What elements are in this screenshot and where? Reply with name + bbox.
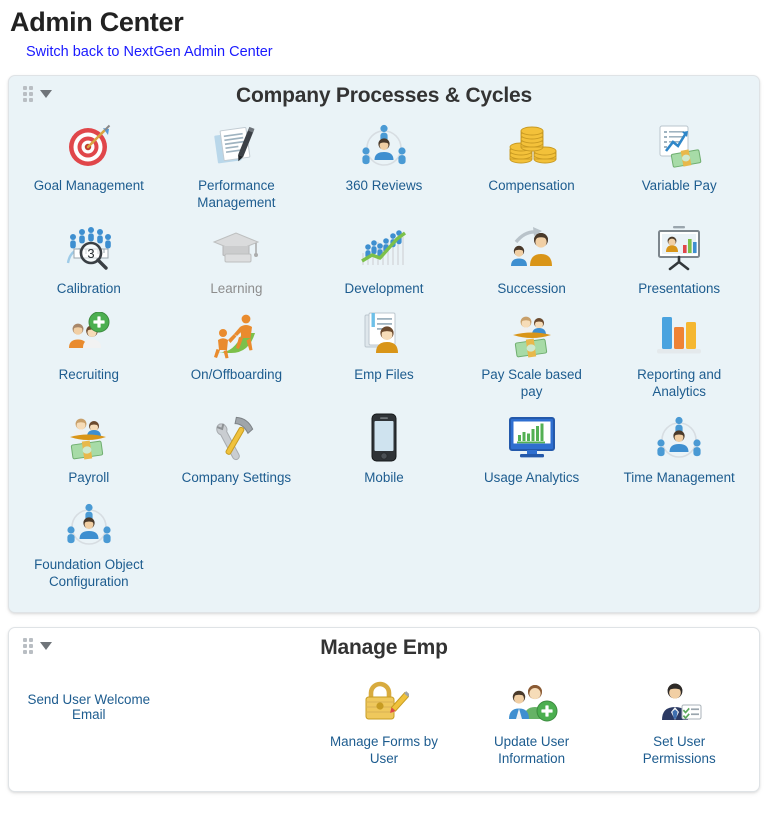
tile-manage-forms-by-user[interactable]: Manage Forms by User <box>310 672 458 775</box>
tile-label: Calibration <box>56 281 121 296</box>
coin-stacks-icon <box>504 120 560 172</box>
people-plus-icon <box>61 309 117 361</box>
tile-label: 360 Reviews <box>345 177 423 193</box>
panel-company-processes: Company Processes & Cycles Goal Manageme… <box>8 74 760 613</box>
tile-learning[interactable]: Learning <box>163 219 311 305</box>
tile-reporting-and-analytics[interactable]: Reporting and Analytics <box>605 305 753 408</box>
tile-set-user-permissions[interactable]: Set User Permissions <box>605 672 753 775</box>
tile-label: Time Management <box>623 470 735 486</box>
tile-label: Compensation <box>488 177 575 193</box>
tile-cell: Manage Forms by User <box>310 672 458 775</box>
tile-360-reviews[interactable]: 360 Reviews <box>310 116 458 219</box>
calibration-icon: 3 <box>61 223 117 275</box>
people-circle-icon <box>61 499 117 551</box>
document-pen-icon <box>208 120 264 172</box>
tile-label: Set User Permissions <box>642 733 716 767</box>
tile-label: Goal Management <box>33 177 144 193</box>
tile-label: Manage Forms by User <box>330 733 438 767</box>
tile-goal-management[interactable]: Goal Management <box>15 116 163 219</box>
smartphone-icon <box>356 412 412 464</box>
people-add-icon <box>504 676 560 728</box>
padlock-pencil-icon <box>356 676 412 728</box>
tile-cell: Update User Information <box>458 672 606 775</box>
person-checklist-icon <box>651 676 707 728</box>
panel-header: Company Processes & Cycles <box>9 76 759 116</box>
chart-money-icon <box>651 120 707 172</box>
tile-development[interactable]: Development <box>310 219 458 305</box>
projector-screen-icon <box>651 223 707 275</box>
bar-chart-icon <box>651 309 707 361</box>
tile-label: Payroll <box>68 470 110 486</box>
people-circle-icon <box>356 120 412 172</box>
tile-presentations[interactable]: Presentations <box>605 219 753 305</box>
tile-label: Reporting and Analytics <box>637 367 722 400</box>
manage-emp-row: Send User Welcome Email Manage Forms by … <box>9 668 759 791</box>
tile-label: Mobile <box>364 470 404 486</box>
graduation-cap-icon <box>208 223 264 275</box>
panel-manage-emp: Manage Emp Send User Welcome Email Manag… <box>8 626 760 793</box>
switch-to-nextgen-link[interactable]: Switch back to NextGen Admin Center <box>26 44 273 60</box>
tile-variable-pay[interactable]: Variable Pay <box>605 116 753 219</box>
tile-label: Variable Pay <box>641 177 717 193</box>
tile-label: Presentations <box>638 281 721 296</box>
tile-foundation-object-configuration[interactable]: Foundation Object Configuration <box>15 495 163 598</box>
tile-label: Development <box>344 281 424 296</box>
tile-label: Emp Files <box>354 367 414 383</box>
admin-center-page: Admin Center Switch back to NextGen Admi… <box>0 0 768 793</box>
panel-title: Manage Emp <box>320 635 448 659</box>
tile-calibration[interactable]: 3 Calibration <box>15 219 163 305</box>
tile-on-offboarding[interactable]: On/Offboarding <box>163 305 311 408</box>
employee-file-icon <box>356 309 412 361</box>
growth-people-icon <box>356 223 412 275</box>
tile-label: On/Offboarding <box>190 367 283 383</box>
succession-arrow-icon <box>504 223 560 275</box>
tile-cell: Set User Permissions <box>605 672 753 775</box>
tile-update-user-information[interactable]: Update User Information <box>458 672 606 775</box>
tile-time-management[interactable]: Time Management <box>605 408 753 494</box>
tile-label: Company Settings <box>181 470 292 486</box>
onboarding-slope-icon <box>208 309 264 361</box>
target-icon <box>61 120 117 172</box>
tile-compensation[interactable]: Compensation <box>458 116 606 219</box>
tile-grid: Goal Management Performance Management 3… <box>9 116 759 612</box>
people-circle-icon <box>651 412 707 464</box>
tile-label: Foundation Object Configuration <box>34 556 144 589</box>
tile-company-settings[interactable]: Company Settings <box>163 408 311 494</box>
tile-label: Learning <box>210 281 263 296</box>
tile-pay-scale-based-pay[interactable]: Pay Scale based pay <box>458 305 606 408</box>
panel-header: Manage Emp <box>9 628 759 668</box>
tile-label: Succession <box>497 281 566 296</box>
send-welcome-email-cell: Send User Welcome Email <box>15 672 163 722</box>
tile-mobile[interactable]: Mobile <box>310 408 458 494</box>
tile-label: Performance Management <box>197 177 276 210</box>
tile-recruiting[interactable]: Recruiting <box>15 305 163 408</box>
tile-succession[interactable]: Succession <box>458 219 606 305</box>
send-user-welcome-email-link[interactable]: Send User Welcome Email <box>15 692 163 722</box>
panel-title: Company Processes & Cycles <box>236 83 532 107</box>
tile-label: Pay Scale based pay <box>481 367 582 400</box>
tile-label: Usage Analytics <box>483 470 580 486</box>
tile-payroll[interactable]: Payroll <box>15 408 163 494</box>
tile-performance-management[interactable]: Performance Management <box>163 116 311 219</box>
payroll-money-icon <box>61 412 117 464</box>
tile-emp-files[interactable]: Emp Files <box>310 305 458 408</box>
tools-icon <box>208 412 264 464</box>
tile-usage-analytics[interactable]: Usage Analytics <box>458 408 606 494</box>
tile-label: Recruiting <box>58 367 119 383</box>
svg-text:3: 3 <box>87 246 94 261</box>
monitor-chart-icon <box>504 412 560 464</box>
page-title: Admin Center <box>10 7 184 37</box>
payscale-money-icon <box>504 309 560 361</box>
tile-label: Update User Information <box>494 733 570 767</box>
